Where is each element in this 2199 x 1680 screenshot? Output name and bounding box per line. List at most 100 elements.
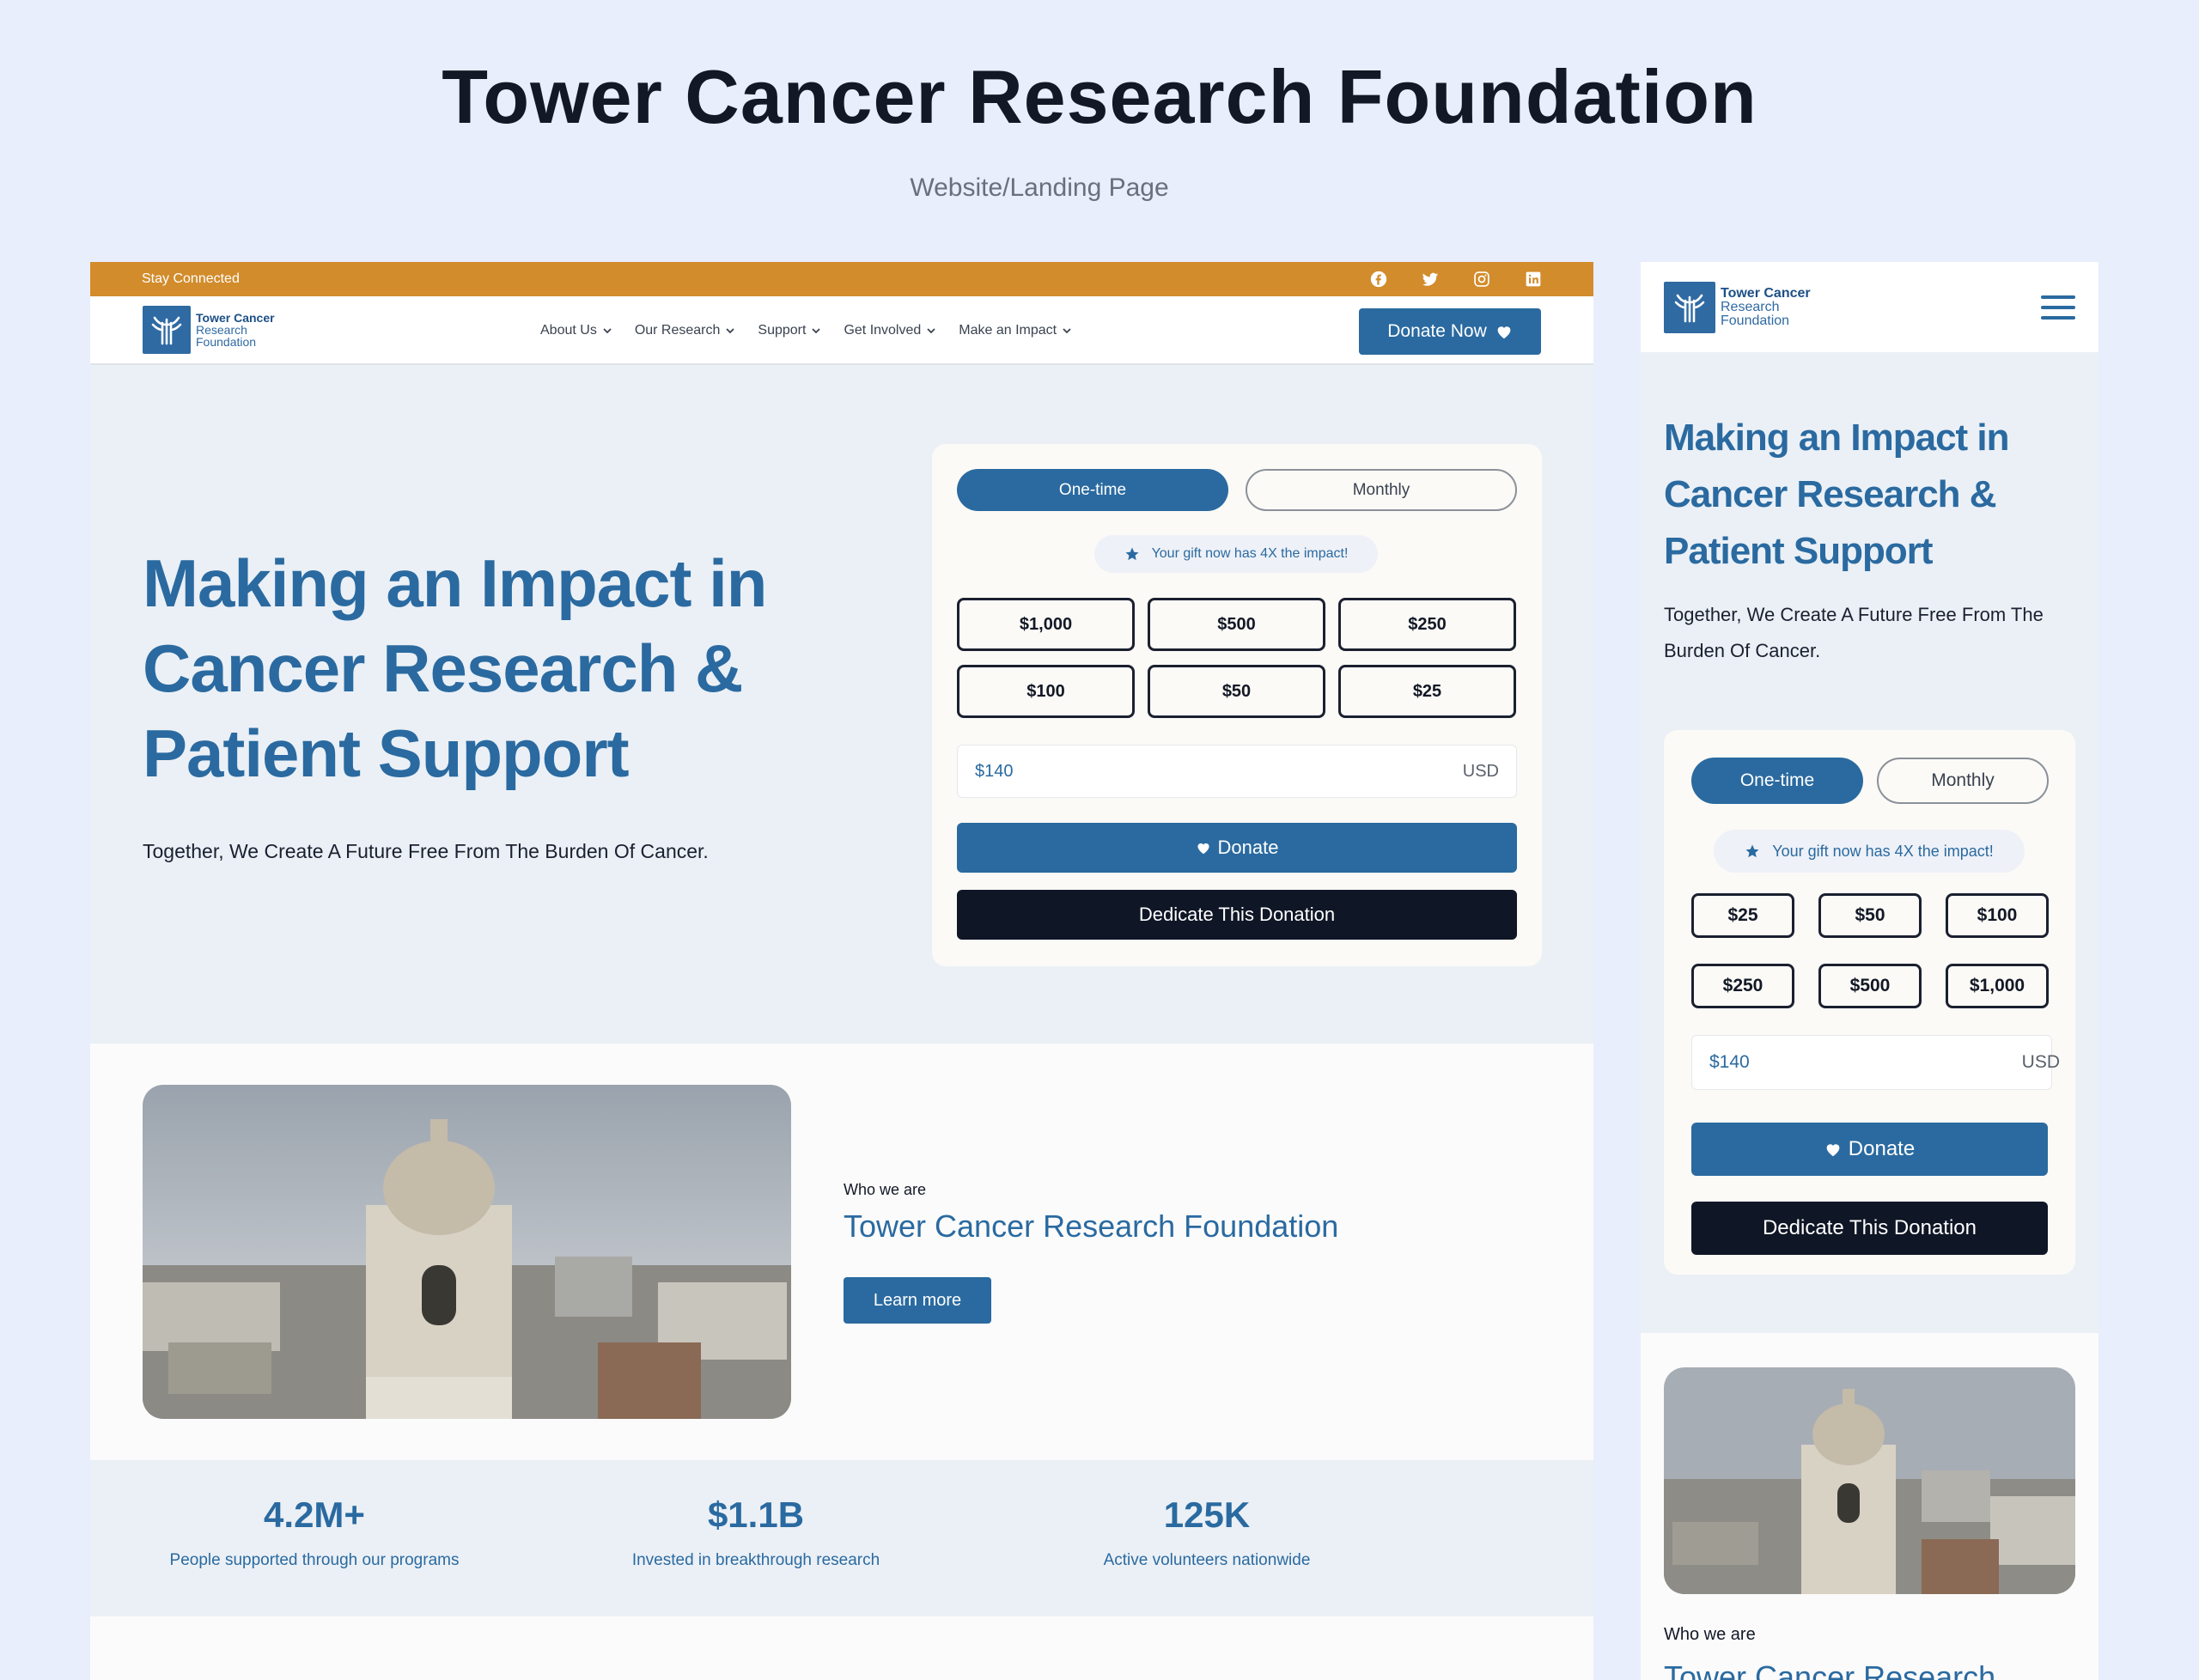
amount-option[interactable]: $50	[1148, 665, 1325, 718]
nav-item-our-research[interactable]: Our Research	[635, 323, 736, 338]
nav-menu: About Us Our Research Support Get Involv…	[540, 296, 1072, 365]
mobile-mockup: Tower Cancer Research Foundation Making …	[1641, 262, 2098, 1680]
instagram-icon[interactable]	[1473, 271, 1490, 288]
donate-now-button[interactable]: Donate Now	[1359, 308, 1541, 355]
gift-note-text: Your gift now has 4X the impact!	[1772, 842, 1994, 860]
nav-item-about-us[interactable]: About Us	[540, 323, 612, 338]
amount-option[interactable]: $1,000	[957, 598, 1135, 651]
dedicate-donation-button[interactable]: Dedicate This Donation	[1691, 1202, 2048, 1255]
next-section-edge	[90, 1616, 1593, 1680]
donate-label: Donate	[1848, 1137, 1916, 1160]
logo-line-3: Foundation	[1721, 313, 1790, 328]
about-title: Tower Cancer Research	[1664, 1659, 1996, 1680]
donation-card: One-time Monthly Your gift now has 4X th…	[932, 444, 1542, 966]
mobile-about-section: Who we are Tower Cancer Research	[1641, 1333, 2098, 1680]
nav-item-get-involved[interactable]: Get Involved	[844, 323, 936, 338]
mobile-donation-card: One-time Monthly Your gift now has 4X th…	[1664, 730, 2075, 1275]
stat-people-supported: 4.2M+ People supported through our progr…	[143, 1494, 486, 1570]
twitter-icon[interactable]	[1422, 271, 1439, 288]
monthly-tab[interactable]: Monthly	[1877, 758, 2049, 804]
heart-icon	[1826, 1144, 1840, 1157]
logo-line-2: Research	[196, 323, 247, 337]
presentation-title: Tower Cancer Research Foundation	[442, 54, 1757, 139]
stats-section: 4.2M+ People supported through our progr…	[90, 1460, 1593, 1616]
stat-invested: $1.1B Invested in breakthrough research	[584, 1494, 928, 1570]
hero-section: Making an Impact in Cancer Research & Pa…	[90, 365, 1593, 1044]
linkedin-icon[interactable]	[1525, 271, 1542, 288]
dedicate-donation-button[interactable]: Dedicate This Donation	[957, 890, 1517, 940]
chevron-down-icon	[812, 328, 821, 334]
amount-option[interactable]: $100	[1946, 893, 2049, 938]
nav-label: Support	[758, 323, 807, 338]
desktop-mockup: Stay Connected Tower Cancer Research Fou…	[90, 262, 1593, 1680]
logo-mark-icon	[143, 306, 191, 354]
amount-option[interactable]: $25	[1691, 893, 1794, 938]
nav-label: Make an Impact	[959, 323, 1057, 338]
logo-line-1: Tower Cancer	[196, 311, 275, 325]
amount-option[interactable]: $250	[1338, 598, 1516, 651]
nav-item-make-an-impact[interactable]: Make an Impact	[959, 323, 1072, 338]
about-image	[143, 1085, 791, 1419]
amount-option[interactable]: $500	[1818, 964, 1922, 1008]
gift-note-text: Your gift now has 4X the impact!	[1151, 546, 1349, 561]
gift-impact-badge: Your gift now has 4X the impact!	[1714, 830, 2025, 873]
stat-number: 125K	[1163, 1494, 1251, 1535]
frequency-toggle: One-time Monthly	[1691, 758, 2049, 804]
logo-text: Tower Cancer Research Foundation	[196, 312, 275, 348]
hamburger-menu-icon[interactable]	[2041, 295, 2075, 320]
logo-mark-icon	[1664, 281, 1715, 333]
logo-line-2: Research	[1721, 299, 1780, 314]
stat-label: Invested in breakthrough research	[631, 1551, 880, 1569]
mobile-hero-subtitle: Together, We Create A Future Free From T…	[1664, 604, 2044, 661]
donate-button[interactable]: Donate	[1691, 1123, 2048, 1176]
stay-connected-text: Stay Connected	[142, 271, 240, 286]
who-we-are-label: Who we are	[1664, 1625, 1756, 1644]
amount-options: $1,000 $500 $250 $100 $50 $25	[957, 598, 1516, 718]
amount-option[interactable]: $50	[1818, 893, 1922, 938]
learn-more-button[interactable]: Learn more	[844, 1277, 991, 1324]
custom-amount-input[interactable]: $140 USD	[1691, 1035, 2060, 1090]
star-icon	[1745, 844, 1759, 858]
nav-label: Get Involved	[844, 323, 922, 338]
donate-now-label: Donate Now	[1387, 321, 1487, 341]
logo-text: Tower Cancer Research Foundation	[1721, 285, 1811, 328]
amount-option[interactable]: $250	[1691, 964, 1794, 1008]
chevron-down-icon	[927, 328, 935, 334]
frequency-toggle: One-time Monthly	[957, 469, 1517, 511]
heart-icon	[1497, 326, 1511, 339]
one-time-tab[interactable]: One-time	[1691, 758, 1863, 804]
donate-label: Donate	[1217, 837, 1279, 858]
hero-subtitle: Together, We Create A Future Free From T…	[143, 840, 709, 862]
hero-title: Making an Impact in Cancer Research & Pa…	[143, 545, 767, 791]
stat-number: 4.2M+	[264, 1494, 365, 1535]
one-time-tab[interactable]: One-time	[957, 469, 1228, 511]
amount-option[interactable]: $100	[957, 665, 1135, 718]
donate-button[interactable]: Donate	[957, 823, 1517, 873]
nav-item-support[interactable]: Support	[758, 323, 821, 338]
mobile-site-logo[interactable]: Tower Cancer Research Foundation	[1664, 281, 1811, 333]
logo-line-3: Foundation	[196, 335, 257, 349]
amount-options: $25 $50 $100 $250 $500 $1,000	[1691, 893, 2049, 1008]
heart-icon	[1197, 843, 1209, 855]
amount-option[interactable]: $500	[1148, 598, 1325, 651]
main-navbar: Tower Cancer Research Foundation About U…	[90, 296, 1593, 365]
amount-option[interactable]: $1,000	[1946, 964, 2049, 1008]
site-logo[interactable]: Tower Cancer Research Foundation	[143, 306, 275, 354]
nav-label: Our Research	[634, 323, 721, 338]
facebook-icon[interactable]	[1370, 271, 1387, 288]
chevron-down-icon	[1063, 328, 1071, 334]
social-links	[1370, 271, 1542, 288]
mobile-hero-title: Making an Impact in Cancer Research & Pa…	[1664, 417, 2010, 572]
gift-impact-badge: Your gift now has 4X the impact!	[1094, 535, 1378, 573]
stat-label: Active volunteers nationwide	[1103, 1551, 1311, 1569]
who-we-are-label: Who we are	[844, 1181, 927, 1198]
amount-option[interactable]: $25	[1338, 665, 1516, 718]
custom-amount-input[interactable]: $140 USD	[957, 745, 1517, 798]
monthly-tab[interactable]: Monthly	[1246, 469, 1517, 511]
logo-line-1: Tower Cancer	[1721, 285, 1811, 301]
about-title: Tower Cancer Research Foundation	[844, 1208, 1339, 1244]
about-section: Who we are Tower Cancer Research Foundat…	[90, 1044, 1593, 1460]
custom-amount-value: $140	[1709, 1052, 1750, 1072]
currency-label: USD	[1462, 761, 1499, 781]
about-image	[1664, 1367, 2075, 1594]
